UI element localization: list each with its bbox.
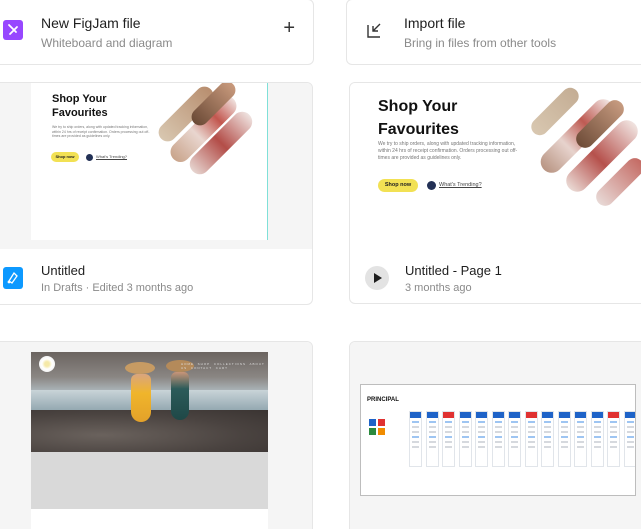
file-card[interactable]: Shop Your Favourites We try to ship orde… [0, 82, 313, 305]
hero-photo: HOME SHOP COLLECTIONS ABOUT US CONTACT C… [31, 352, 268, 452]
screen-frame [590, 411, 604, 467]
file-meta: In Drafts · Edited 3 months ago [41, 282, 194, 294]
file-thumbnail[interactable]: PRINCIPAL [350, 342, 641, 529]
file-card[interactable]: HOME SHOP COLLECTIONS ABOUT US CONTACT C… [0, 341, 313, 529]
screen-frame [541, 411, 554, 467]
figma-design-file-icon [3, 267, 23, 289]
logo-icon [39, 356, 55, 372]
figjam-file-icon [3, 20, 23, 40]
import-file-card[interactable]: Import file Bring in files from other to… [346, 0, 641, 65]
file-card[interactable]: PRINCIPAL [349, 341, 641, 529]
new-figjam-subtitle: Whiteboard and diagram [41, 36, 173, 50]
person-figure [131, 374, 151, 422]
plus-icon[interactable]: + [283, 18, 295, 38]
import-file-icon [367, 23, 381, 38]
file-title[interactable]: Untitled - Page 1 [405, 263, 502, 278]
screen-frame [425, 411, 439, 467]
file-thumbnail[interactable]: Shop Your Favourites We try to ship orde… [0, 83, 312, 249]
preview-link: What's Trending? [96, 154, 128, 159]
design-preview: Shop Your Favourites We try to ship orde… [360, 83, 641, 249]
color-swatch [369, 419, 376, 426]
play-icon[interactable] [365, 266, 389, 290]
screen-frame [623, 411, 635, 467]
import-file-title: Import file [404, 15, 466, 31]
preview-body: We try to ship orders, along with update… [378, 141, 518, 161]
board-title: PRINCIPAL [367, 397, 399, 403]
preview-nav: HOME SHOP COLLECTIONS ABOUT US CONTACT C… [181, 362, 265, 370]
file-thumbnail[interactable]: HOME SHOP COLLECTIONS ABOUT US CONTACT C… [0, 342, 312, 529]
color-swatch [378, 428, 385, 435]
screen-frame [607, 411, 620, 467]
new-figjam-file-card[interactable]: New FigJam file Whiteboard and diagram + [0, 0, 314, 65]
screen-frame [475, 411, 488, 467]
placeholder-block [31, 452, 268, 509]
new-figjam-title: New FigJam file [41, 15, 141, 31]
import-file-subtitle: Bring in files from other tools [404, 36, 557, 50]
screen-frame [524, 411, 538, 467]
preview-shop-button: Shop now [51, 152, 79, 162]
screen-frame [442, 411, 455, 467]
file-thumbnail[interactable]: Shop Your Favourites We try to ship orde… [350, 83, 641, 249]
board-preview: PRINCIPAL [360, 384, 636, 496]
preview-heading: Shop Your Favourites [52, 93, 108, 119]
screen-frame [458, 411, 472, 467]
preview-body: We try to ship orders, along with update… [52, 125, 150, 139]
screen-frame [491, 411, 505, 467]
preview-icon-dot [427, 181, 436, 190]
color-swatch [369, 428, 376, 435]
screen-frame [574, 411, 587, 467]
file-title[interactable]: Untitled [41, 263, 85, 278]
screen-frame [409, 411, 422, 467]
hat [125, 362, 155, 374]
preview-heading: Shop Your Favourites [378, 98, 459, 138]
preview-shop-button: Shop now [378, 179, 418, 192]
file-meta: 3 months ago [405, 282, 472, 294]
preview-link: What's Trending? [439, 182, 482, 188]
screen-frame [508, 411, 521, 467]
color-swatch [378, 419, 385, 426]
screen-frame [557, 411, 571, 467]
preview-icon-dot [86, 154, 93, 161]
file-card[interactable]: Shop Your Favourites We try to ship orde… [349, 82, 641, 304]
design-preview: Shop Your Favourites We try to ship orde… [31, 83, 268, 240]
person-figure [171, 372, 189, 420]
design-preview: HOME SHOP COLLECTIONS ABOUT US CONTACT C… [31, 352, 268, 529]
